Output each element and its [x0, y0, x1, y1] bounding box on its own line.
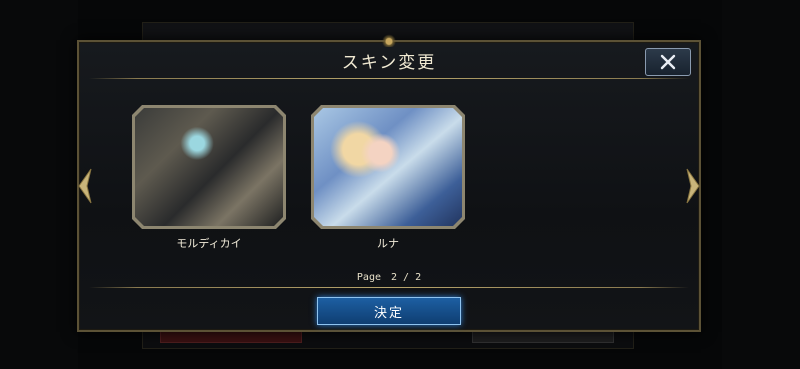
skin-name-label: モルディカイ: [176, 237, 242, 250]
right-shadow: [722, 0, 800, 369]
page-indicator: Page 2 / 2: [356, 272, 422, 283]
arrow-right-icon: [686, 168, 700, 204]
dialog-title: スキン変更: [341, 53, 437, 73]
skin-card-luna[interactable]: ルナ: [311, 105, 465, 251]
skin-card-mordecai[interactable]: モルディカイ: [132, 105, 286, 251]
skin-portrait-image: [314, 108, 462, 226]
skin-portrait-image: [135, 108, 283, 226]
footer-divider: [89, 287, 689, 288]
close-icon: [660, 54, 676, 70]
previous-page-button[interactable]: [77, 167, 93, 205]
skin-card-frame: [132, 105, 286, 229]
left-shadow: [0, 0, 78, 369]
next-page-button[interactable]: [685, 167, 701, 205]
skin-change-dialog: スキン変更 モルディカイ ルナ Page 2 / 2 決定: [77, 33, 701, 332]
title-divider: [89, 78, 689, 79]
arrow-left-icon: [78, 168, 92, 204]
skin-card-frame: [311, 105, 465, 229]
confirm-button[interactable]: 決定: [317, 297, 461, 325]
close-button[interactable]: [645, 48, 691, 76]
skin-name-label: ルナ: [377, 237, 399, 250]
